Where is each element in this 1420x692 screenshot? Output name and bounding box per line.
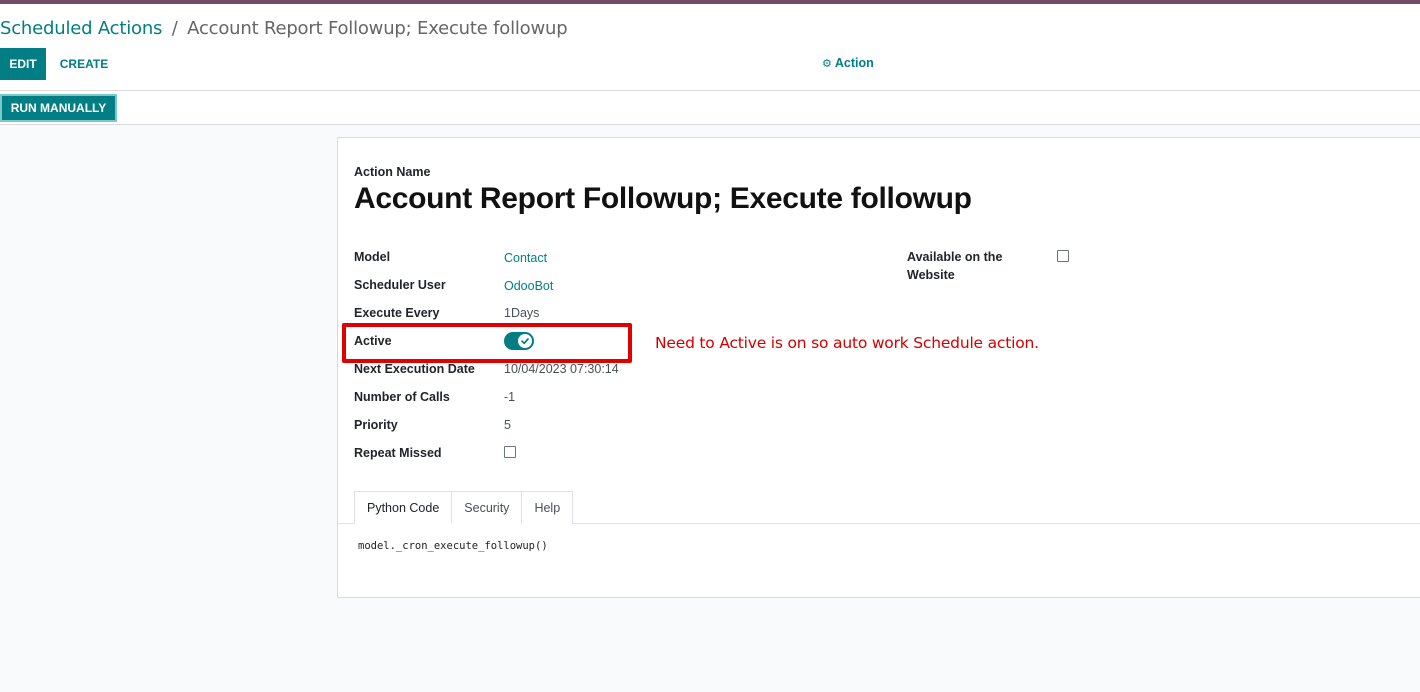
status-bar: RUN MANUALLY <box>0 91 1420 125</box>
available-website-checkbox[interactable] <box>1057 250 1069 262</box>
tab-help[interactable]: Help <box>521 491 574 524</box>
number-of-calls-label: Number of Calls <box>354 390 450 404</box>
available-website-label-line1: Available on the <box>907 250 1003 264</box>
priority-value: 5 <box>504 418 511 432</box>
tab-security[interactable]: Security <box>451 491 523 524</box>
python-code-editor[interactable]: model._cron_execute_followup() <box>358 540 548 552</box>
number-of-calls-value: -1 <box>504 390 516 404</box>
check-icon <box>518 334 532 348</box>
active-label: Active <box>354 334 392 348</box>
model-label: Model <box>354 250 391 264</box>
next-execution-value: 10/04/2023 07:30:14 <box>504 362 619 376</box>
annotation-text: Need to Active is on so auto work Schedu… <box>655 334 1039 352</box>
record-title[interactable]: Account Report Followup; Execute followu… <box>354 182 972 216</box>
available-website-label-line2: Website <box>907 268 955 282</box>
breadcrumb-parent-link[interactable]: Scheduled Actions <box>0 18 162 39</box>
next-execution-label: Next Execution Date <box>354 362 475 376</box>
breadcrumb-current: Account Report Followup; Execute followu… <box>187 18 568 39</box>
repeat-missed-checkbox[interactable] <box>504 446 516 458</box>
scheduler-user-label: Scheduler User <box>354 278 446 292</box>
model-value-link[interactable]: Contact <box>504 251 547 265</box>
edit-button[interactable]: EDIT <box>0 48 46 80</box>
tab-python-code[interactable]: Python Code <box>354 491 453 524</box>
create-button[interactable]: CREATE <box>52 48 116 80</box>
action-menu-label: Action <box>834 56 874 70</box>
execute-every-label: Execute Every <box>354 306 440 320</box>
priority-label: Priority <box>354 418 398 432</box>
repeat-missed-label: Repeat Missed <box>354 446 442 460</box>
available-website-label: Available on the Website <box>907 250 1002 282</box>
action-name-label: Action Name <box>354 165 431 179</box>
control-panel: Scheduled Actions / Account Report Follo… <box>0 4 1420 91</box>
form-sheet: Action Name Account Report Followup; Exe… <box>337 137 1420 598</box>
breadcrumb: Scheduled Actions / Account Report Follo… <box>0 18 568 39</box>
gear-icon: ⚙ <box>822 57 832 70</box>
action-menu-button[interactable]: ⚙ Action <box>822 56 874 70</box>
notebook-tabs: Python Code Security Help <box>354 491 574 524</box>
active-toggle[interactable] <box>504 332 534 350</box>
breadcrumb-separator: / <box>171 18 178 39</box>
execute-every-value: 1Days <box>504 306 540 320</box>
scheduler-user-link[interactable]: OdooBot <box>504 279 553 293</box>
run-manually-button[interactable]: RUN MANUALLY <box>0 94 117 122</box>
